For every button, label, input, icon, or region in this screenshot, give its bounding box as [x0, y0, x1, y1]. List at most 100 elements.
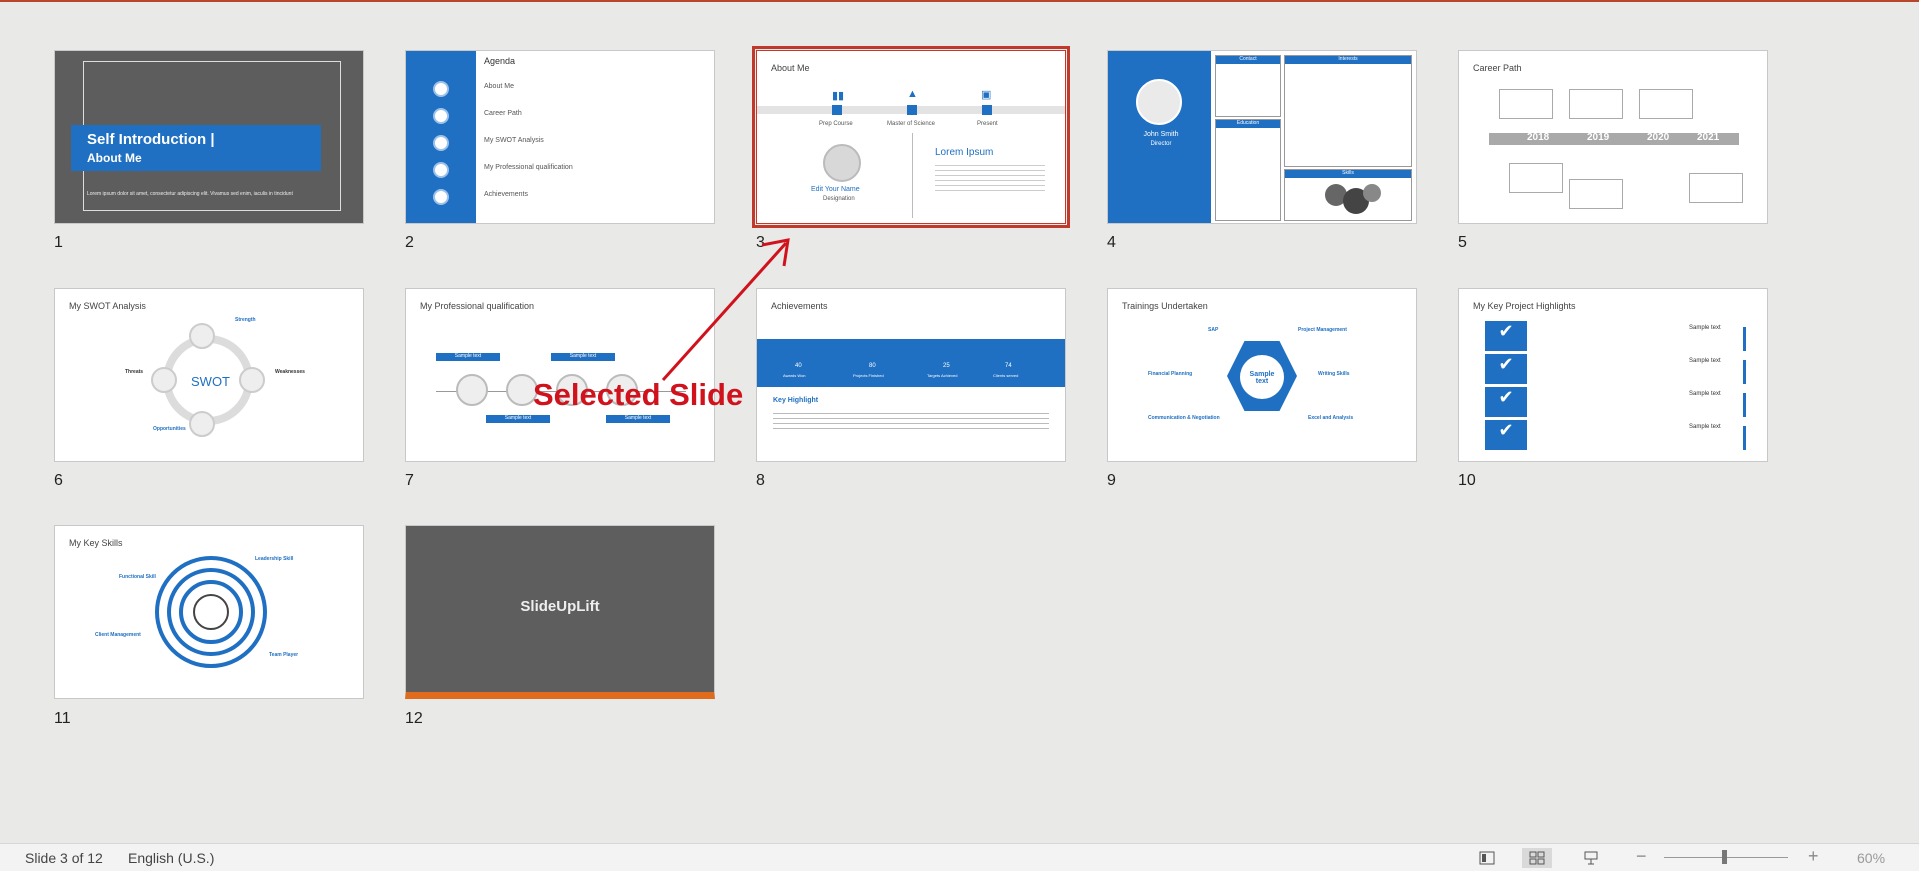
slide-title: My SWOT Analysis [69, 301, 146, 311]
reading-view-icon [1584, 851, 1598, 865]
avatar [823, 144, 861, 182]
briefcase-icon: ▣ [981, 89, 992, 101]
agenda-item: My Professional qualification [484, 164, 573, 171]
status-bar: Slide 3 of 12 English (U.S.) − + 60% [0, 843, 1919, 871]
zoom-slider-thumb[interactable] [1722, 850, 1728, 864]
slide-number-12: 12 [405, 710, 423, 727]
slide-title: My Key Skills [69, 538, 123, 548]
tag: Sample text [551, 353, 615, 361]
timeline-step: Prep Course [819, 121, 853, 127]
profile-sidebar: John Smith Director [1108, 51, 1211, 223]
slide-title: Agenda [484, 56, 516, 66]
slide-number-5: 5 [1458, 234, 1467, 251]
training-label: Financial Planning [1148, 371, 1193, 377]
slide-thumbnail-4[interactable]: John Smith Director Contact Interests Ed… [1107, 50, 1417, 224]
normal-view-button[interactable] [1472, 848, 1502, 868]
graduation-cap-icon: ▲ [907, 88, 918, 100]
profile-name: Edit Your Name [811, 186, 860, 193]
slide-thumbnail-11[interactable]: My Key Skills Functional Skill Leadershi… [54, 525, 364, 699]
slide-number-7: 7 [405, 472, 414, 489]
slide-thumbnail-9[interactable]: Trainings Undertaken Sample text SAP Pro… [1107, 288, 1417, 462]
skills-panel: Skills [1284, 169, 1412, 221]
slide-number-4: 4 [1107, 234, 1116, 251]
slide-sorter-view-button[interactable] [1522, 848, 1552, 868]
slide-thumbnail-1[interactable]: Self Introduction | About Me Lorem ipsum… [54, 50, 364, 224]
check-icon: ✔ [1485, 354, 1527, 384]
swot-label: Opportunities [153, 426, 186, 432]
tag: Sample text [606, 415, 670, 423]
agenda-item: My SWOT Analysis [484, 137, 544, 144]
normal-view-icon [1479, 851, 1495, 865]
text-lines [773, 409, 1049, 429]
slide-number-9: 9 [1107, 472, 1116, 489]
slide-number-8: 8 [756, 472, 765, 489]
slide-thumbnail-2[interactable]: Agenda About Me Career Path My SWOT Anal… [405, 50, 715, 224]
check-icon: ✔ [1485, 420, 1527, 450]
stats-band: 40 80 25 74 Awards Won Projects Finished… [757, 339, 1065, 387]
education-panel: Education [1215, 119, 1281, 221]
contact-panel: Contact [1215, 55, 1281, 117]
agenda-item: Achievements [484, 191, 528, 198]
interests-panel: Interests [1284, 55, 1412, 167]
skill-label: Team Player [269, 652, 299, 658]
check-icon: ✔ [1485, 321, 1527, 351]
slide-number-3: 3 [756, 234, 765, 251]
skill-label: Client Management [95, 632, 141, 638]
slide-number-6: 6 [54, 472, 63, 489]
project-tag: Sample text [1689, 358, 1721, 364]
slide-number-10: 10 [1458, 472, 1476, 489]
slide-title: My Key Project Highlights [1473, 301, 1576, 311]
agenda-sidebar [406, 51, 476, 223]
slide-title: About Me [771, 63, 810, 73]
slide-subtitle: About Me [87, 151, 142, 165]
slide-number-2: 2 [405, 234, 414, 251]
project-tag: Sample text [1689, 391, 1721, 397]
zoom-out-button[interactable]: − [1636, 846, 1647, 867]
year-label: 2020 [1647, 132, 1670, 143]
zoom-level[interactable]: 60% [1857, 850, 1885, 866]
training-label: Excel and Analysis [1308, 415, 1354, 421]
slide-thumbnail-3[interactable]: About Me ▮▮ ▲ ▣ Prep Course Master of Sc… [752, 46, 1070, 228]
swot-label: Strength [235, 317, 256, 323]
slide-title: Career Path [1473, 63, 1522, 73]
slide-thumbnail-12[interactable]: SlideUpLift [405, 525, 715, 699]
slide-thumbnail-10[interactable]: My Key Project Highlights ✔ ✔ ✔ ✔ Sample… [1458, 288, 1768, 462]
slide-title: My Professional qualification [420, 301, 535, 311]
timeline-step: Present [977, 121, 998, 127]
training-label: SAP [1208, 327, 1219, 333]
training-label: Writing Skills [1318, 371, 1350, 377]
slide-thumbnail-7[interactable]: My Professional qualification Sample tex… [405, 288, 715, 462]
skill-label: Leadership Skill [255, 556, 294, 562]
section-heading: Lorem Ipsum [935, 147, 994, 158]
slide-thumbnail-8[interactable]: Achievements 40 80 25 74 Awards Won Proj… [756, 288, 1066, 462]
reading-view-button[interactable] [1576, 848, 1606, 868]
brand-logo: SlideUpLift [520, 598, 600, 615]
text-lines [935, 161, 1045, 191]
subheading: Key Highlight [773, 397, 819, 404]
training-label: Project Management [1298, 327, 1347, 333]
skill-label: Functional Skill [119, 574, 156, 580]
swot-label: Weaknesses [275, 369, 305, 375]
slide-body: Lorem ipsum dolor sit amet, consectetur … [87, 191, 293, 197]
divider [912, 133, 913, 218]
slide-sorter-grid: Self Introduction | About Me Lorem ipsum… [0, 0, 1919, 843]
slide-thumbnail-5[interactable]: Career Path 2018 2019 2020 2021 [1458, 50, 1768, 224]
profile-name: John Smith [1143, 131, 1179, 138]
project-tag: Sample text [1689, 424, 1721, 430]
avatar [1136, 79, 1182, 125]
agenda-item: About Me [484, 83, 514, 90]
tag: Sample text [486, 415, 550, 423]
book-icon: ▮▮ [832, 90, 845, 102]
slide-title: Trainings Undertaken [1122, 301, 1208, 311]
person-icon [193, 594, 229, 630]
slide-title: Achievements [771, 301, 828, 311]
year-label: 2018 [1527, 132, 1550, 143]
tag: Sample text [436, 353, 500, 361]
slide-counter[interactable]: Slide 3 of 12 [25, 850, 103, 866]
slide-thumbnail-6[interactable]: My SWOT Analysis SWOT Strength Threats W… [54, 288, 364, 462]
check-icon: ✔ [1485, 387, 1527, 417]
zoom-in-button[interactable]: + [1808, 846, 1819, 867]
annotation-label: Selected Slide [533, 377, 744, 412]
profile-role: Director [1150, 141, 1172, 147]
language-indicator[interactable]: English (U.S.) [128, 850, 214, 866]
